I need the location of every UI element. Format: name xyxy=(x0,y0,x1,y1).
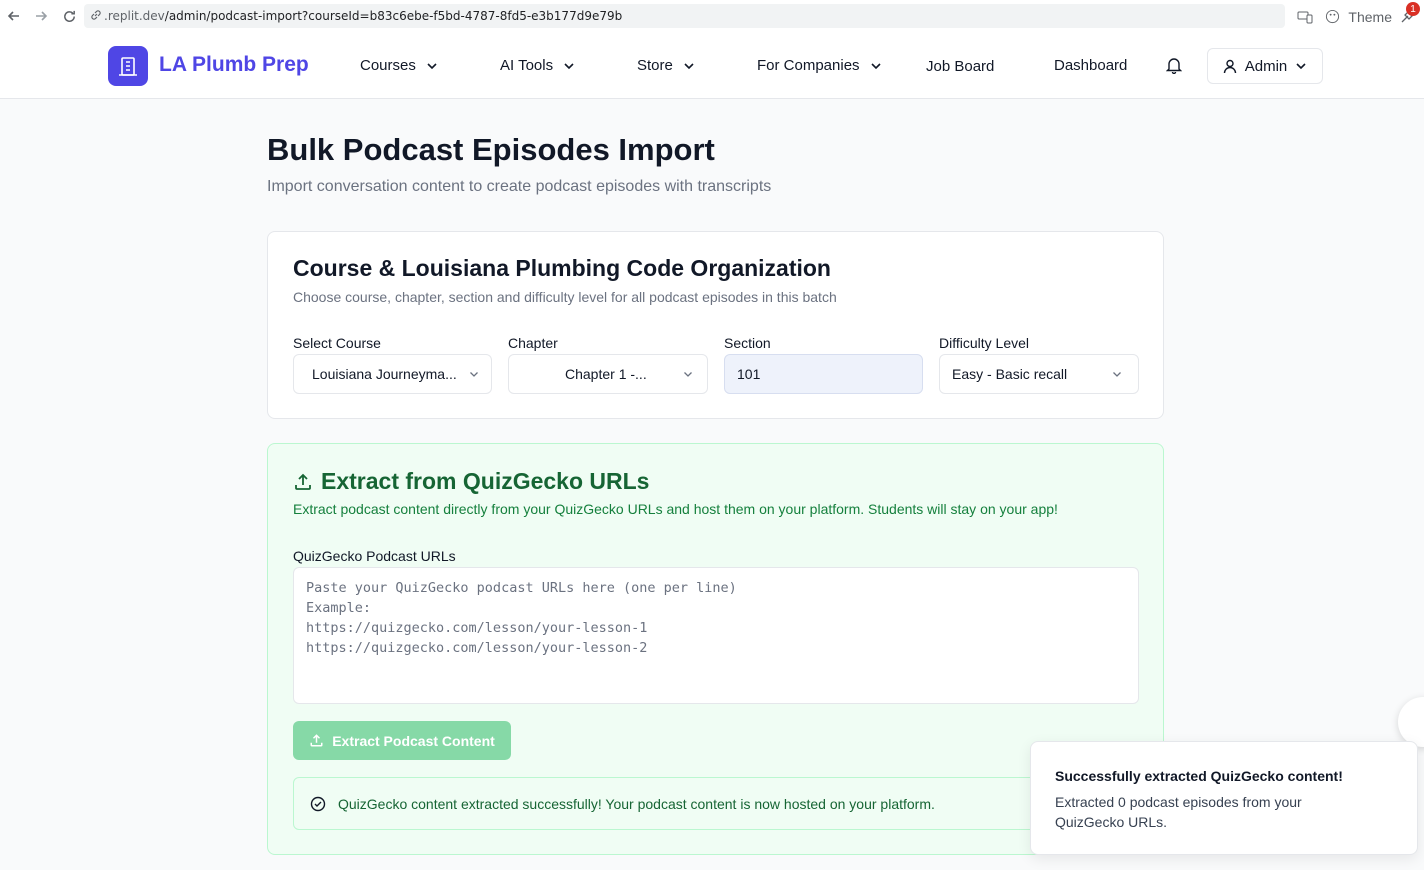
admin-label: Admin xyxy=(1244,57,1288,75)
nav-store[interactable]: Store xyxy=(637,57,695,74)
chevron-down-icon xyxy=(426,62,438,70)
nav-for-companies[interactable]: For Companies xyxy=(757,57,882,74)
user-icon xyxy=(1223,59,1237,74)
urls-textarea[interactable]: Paste your QuizGecko podcast URLs here (… xyxy=(293,567,1139,704)
reload-icon[interactable] xyxy=(58,5,80,27)
nav-label: Dashboard xyxy=(1054,57,1128,74)
app-header: LA Plumb Prep Courses AI Tools Store For… xyxy=(0,33,1424,99)
extract-card-title: Extract from QuizGecko URLs xyxy=(321,468,650,494)
difficulty-label: Difficulty Level xyxy=(939,335,1030,351)
course-label: Select Course xyxy=(293,335,381,351)
toast-title: Successfully extracted QuizGecko content… xyxy=(1055,768,1343,784)
page-subtitle: Import conversation content to create po… xyxy=(267,178,772,195)
difficulty-select-value: Easy - Basic recall xyxy=(952,366,1068,382)
theme-button[interactable]: Theme xyxy=(1348,9,1392,25)
organization-card-description: Choose course, chapter, section and diff… xyxy=(293,289,837,305)
extract-button-label: Extract Podcast Content xyxy=(332,732,495,749)
extract-podcast-button[interactable]: Extract Podcast Content xyxy=(293,721,511,760)
upload-icon xyxy=(293,472,313,492)
admin-menu-button[interactable]: Admin xyxy=(1207,48,1323,84)
nav-job-board[interactable]: Job Board xyxy=(926,58,994,75)
success-alert: QuizGecko content extracted successfully… xyxy=(293,777,1139,830)
url-path: /admin/podcast-import?courseId=b83c6ebe-… xyxy=(164,9,623,23)
page-title: Bulk Podcast Episodes Import xyxy=(267,132,715,167)
nav-label: Courses xyxy=(360,57,416,74)
section-label: Section xyxy=(724,335,771,351)
organization-card-title: Course & Louisiana Plumbing Code Organiz… xyxy=(293,255,831,281)
extract-card-description: Extract podcast content directly from yo… xyxy=(293,501,1058,517)
course-select-value: Louisiana Journeyma... xyxy=(312,366,457,382)
forward-arrow-icon[interactable] xyxy=(30,5,52,27)
chevron-down-icon xyxy=(563,62,575,70)
chevron-down-icon xyxy=(1112,371,1122,378)
organization-card: Course & Louisiana Plumbing Code Organiz… xyxy=(267,231,1164,419)
chevron-down-icon xyxy=(870,62,882,70)
logo[interactable] xyxy=(108,46,148,86)
toast-body: Extracted 0 podcast episodes from your Q… xyxy=(1055,794,1302,830)
back-arrow-icon[interactable] xyxy=(3,5,25,27)
chapter-label: Chapter xyxy=(508,335,558,351)
check-circle-icon xyxy=(310,796,326,812)
bell-icon[interactable] xyxy=(1165,56,1183,79)
floating-assistant-button[interactable] xyxy=(1398,697,1424,747)
url-domain: .replit.dev xyxy=(104,9,165,23)
chevron-down-icon xyxy=(683,62,695,70)
extract-card-title-row: Extract from QuizGecko URLs xyxy=(293,468,649,495)
brand-name[interactable]: LA Plumb Prep xyxy=(159,53,309,77)
nav-label: Job Board xyxy=(926,58,995,75)
success-message: QuizGecko content extracted successfully… xyxy=(338,795,935,812)
chevron-down-icon xyxy=(683,371,693,378)
nav-label: AI Tools xyxy=(500,57,554,74)
nav-ai-tools[interactable]: AI Tools xyxy=(500,57,575,74)
building-icon xyxy=(119,57,137,76)
nav-courses[interactable]: Courses xyxy=(360,57,438,74)
chapter-select[interactable]: Chapter 1 -... xyxy=(508,354,708,394)
link-icon xyxy=(90,9,102,24)
notification-badge: 1 xyxy=(1406,2,1420,16)
urls-label: QuizGecko Podcast URLs xyxy=(293,548,456,564)
browser-toolbar: .replit.dev/admin/podcast-import?courseI… xyxy=(0,0,1424,33)
nav-label: Store xyxy=(637,57,673,74)
nav-dashboard[interactable]: Dashboard xyxy=(1054,57,1127,74)
chevron-down-icon xyxy=(1295,62,1307,70)
address-bar[interactable]: .replit.dev/admin/podcast-import?courseI… xyxy=(84,4,1285,28)
section-input[interactable]: 101 xyxy=(724,354,923,394)
chapter-select-value: Chapter 1 -... xyxy=(565,366,647,382)
nav-label: For Companies xyxy=(757,57,860,74)
upload-icon xyxy=(309,733,324,748)
section-input-value: 101 xyxy=(737,366,761,382)
palette-icon[interactable] xyxy=(1325,9,1340,24)
chevron-down-icon xyxy=(469,371,479,378)
devices-icon[interactable] xyxy=(1297,10,1313,24)
toast-notification[interactable]: Successfully extracted QuizGecko content… xyxy=(1030,741,1418,855)
course-select[interactable]: Louisiana Journeyma... xyxy=(293,354,492,394)
difficulty-select[interactable]: Easy - Basic recall xyxy=(939,354,1139,394)
